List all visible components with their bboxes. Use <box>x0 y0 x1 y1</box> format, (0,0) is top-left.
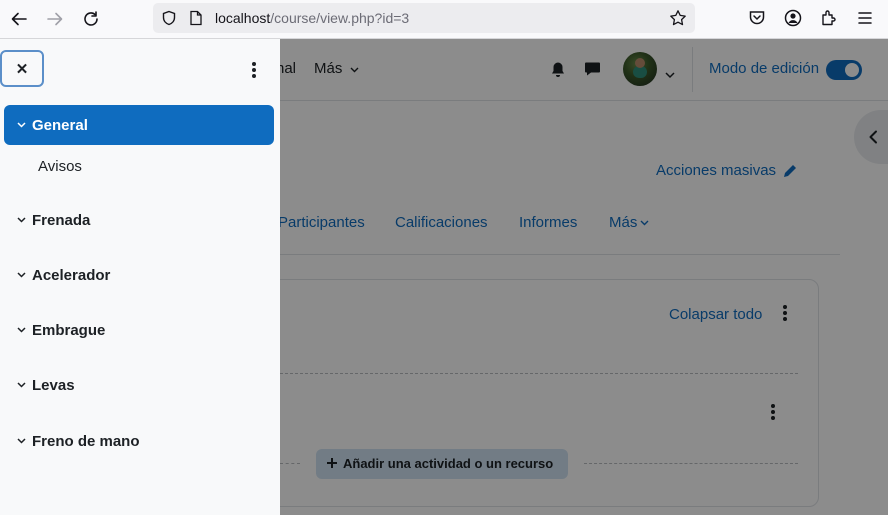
section-embrague[interactable]: Embrague <box>4 310 274 350</box>
close-icon: ✕ <box>15 60 29 78</box>
chevron-down-icon[interactable] <box>16 436 26 446</box>
back-arrow-icon[interactable] <box>7 7 31 31</box>
chevron-down-icon[interactable] <box>16 380 26 390</box>
section-label: Acelerador <box>32 266 111 284</box>
chevron-down-icon[interactable] <box>16 120 26 130</box>
chevron-down-icon[interactable] <box>16 215 26 225</box>
section-levas[interactable]: Levas <box>4 365 274 405</box>
section-label: General <box>32 116 88 134</box>
hamburger-menu-icon[interactable] <box>857 10 873 31</box>
page-icon <box>189 10 203 31</box>
item-announcements[interactable]: Avisos <box>38 158 82 175</box>
drawer-backdrop[interactable] <box>280 39 888 515</box>
section-label: Freno de mano <box>32 432 140 450</box>
reload-icon[interactable] <box>79 7 103 31</box>
close-drawer-button[interactable]: ✕ <box>0 50 44 87</box>
url-text[interactable]: localhost/course/view.php?id=3 <box>215 10 409 26</box>
drawer-options-kebab-icon[interactable] <box>252 62 256 78</box>
extensions-icon[interactable] <box>820 9 838 32</box>
shield-icon[interactable] <box>161 10 177 31</box>
chevron-down-icon[interactable] <box>16 270 26 280</box>
address-bar[interactable]: localhost/course/view.php?id=3 <box>153 3 695 33</box>
chevron-down-icon[interactable] <box>16 325 26 335</box>
section-label: Levas <box>32 376 75 394</box>
section-acelerador[interactable]: Acelerador <box>4 255 274 295</box>
browser-toolbar: localhost/course/view.php?id=3 <box>0 0 888 39</box>
section-freno-de-mano[interactable]: Freno de mano <box>4 421 274 461</box>
section-general[interactable]: General <box>4 105 274 145</box>
star-bookmark-icon[interactable] <box>669 9 687 32</box>
section-label: Frenada <box>32 211 91 229</box>
account-icon[interactable] <box>784 9 802 32</box>
forward-arrow-icon[interactable] <box>43 7 67 31</box>
section-label: Embrague <box>32 321 106 339</box>
course-index-drawer: ✕ General Avisos Frenada Acelerador Embr… <box>0 39 280 515</box>
pocket-icon[interactable] <box>748 9 766 32</box>
section-frenada[interactable]: Frenada <box>4 200 274 240</box>
url-path: /course/view.php?id=3 <box>270 10 410 26</box>
url-host: localhost <box>215 10 271 26</box>
